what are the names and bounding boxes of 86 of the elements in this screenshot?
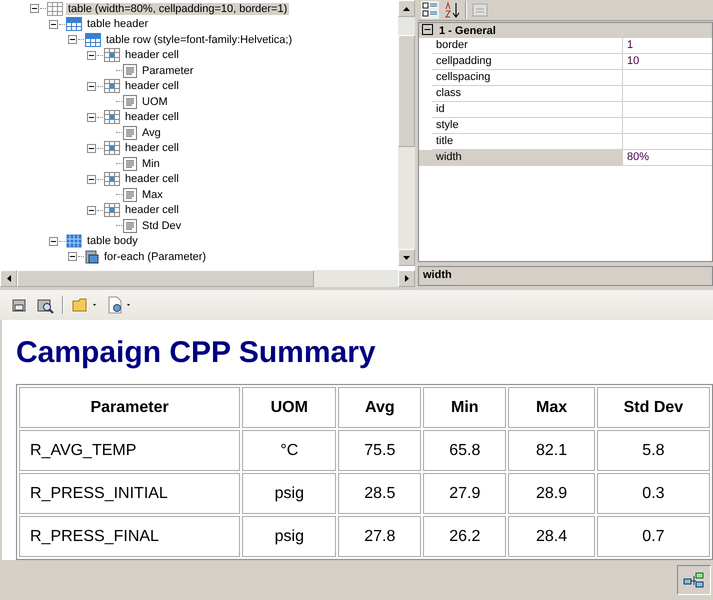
collapse-toggle[interactable] [87,112,97,122]
tree-item[interactable]: header cell [123,142,181,154]
text-lines-icon [123,218,137,233]
property-value: 10 [627,55,640,67]
property-value: 80% [627,151,650,163]
collapse-toggle[interactable] [422,24,433,38]
tree-item[interactable]: table (width=80%, cellpadding=10, border=1) [66,2,290,15]
tree-item[interactable]: UOM [140,96,170,108]
table-cell: 27.8 [338,516,422,557]
collapse-toggle[interactable] [87,206,97,215]
table-cell: psig [242,473,336,514]
column-header: Parameter [19,387,240,428]
property-row[interactable]: cellspacing [432,70,712,86]
property-row[interactable]: style [432,118,712,134]
tree-layout-icon[interactable] [677,565,711,595]
collapse-toggle[interactable] [68,252,78,262]
tree-item[interactable]: header cell [123,80,181,92]
table-cell: 82.1 [508,430,595,471]
collapse-toggle[interactable] [49,20,59,29]
tree-item[interactable]: for-each (Parameter) [102,250,208,263]
collapse-toggle[interactable] [87,174,97,184]
table-cell: 75.5 [338,430,422,471]
text-lines-icon [123,94,137,109]
down-arrow-icon[interactable] [403,256,410,260]
table-cell: R_PRESS_FINAL [19,516,240,557]
tree-item[interactable]: Std Dev [140,220,184,232]
up-arrow-icon[interactable] [403,6,410,10]
text-lines-icon [123,188,137,202]
tree-item[interactable]: table row (style=font-family:Helvetica;) [104,34,294,46]
table-cell: 65.8 [423,430,506,471]
table-cell: R_AVG_TEMP [19,430,240,471]
collapse-toggle[interactable] [87,144,97,153]
column-header: UOM [242,387,336,428]
category-title: 1 - General [439,24,496,36]
grid-icon [66,234,82,248]
table-cell: 28.4 [508,516,595,557]
property-row[interactable]: id [432,102,712,118]
table-cell: 28.5 [338,473,422,514]
collapse-toggle[interactable] [87,50,97,60]
tree-item[interactable]: header cell [123,111,181,124]
table-cell: psig [242,516,336,557]
left-arrow-icon[interactable] [6,275,10,282]
vertical-scrollbar[interactable] [398,0,415,266]
right-arrow-icon[interactable] [404,275,408,282]
table-cell: 27.9 [423,473,506,514]
collapse-toggle[interactable] [68,35,78,44]
collapse-toggle[interactable] [87,82,97,91]
tree-item[interactable]: Parameter [140,64,196,77]
column-header: Std Dev [596,387,710,428]
property-description: width [423,269,452,281]
text-lines-icon [123,156,137,171]
tree-item[interactable]: header cell [123,173,181,186]
tree-item[interactable]: Min [140,158,162,170]
tree-item[interactable]: table body [85,235,140,248]
tree-item[interactable]: header cell [123,49,181,62]
table-cell: R_PRESS_INITIAL [19,473,240,514]
column-header: Max [508,387,595,428]
collapse-toggle[interactable] [49,236,59,246]
collapse-toggle[interactable] [30,4,40,14]
table-cell: 5.8 [596,430,710,471]
tree-item[interactable]: table header [85,18,150,30]
column-header: Min [423,387,506,428]
table-cell: 26.2 [423,516,506,557]
stack-icon [85,250,99,264]
grid-icon [66,17,82,32]
property-row[interactable]: cellpadding 10 [432,54,712,70]
table-cell: 28.9 [508,473,595,514]
property-value: 1 [627,39,634,51]
tree-item[interactable]: Avg [140,126,163,139]
text-lines-icon [123,126,137,140]
grid-icon [85,32,101,47]
column-header: Avg [338,387,422,428]
property-row[interactable]: width 80% [419,150,712,166]
property-row[interactable]: border 1 [432,38,712,54]
tree-item[interactable]: header cell [123,204,181,216]
report-heading: Campaign CPP Summary [16,336,377,370]
table-cell: 0.3 [596,473,710,514]
sort-icon[interactable] [443,1,461,19]
categorized-view-icon[interactable] [421,1,439,19]
tree-item[interactable]: Max [140,188,165,201]
table-cell: 0.7 [596,516,710,557]
folder-icon[interactable] [72,296,98,314]
property-row[interactable]: class [432,86,712,102]
table-cell: °C [242,430,336,471]
horizontal-scrollbar[interactable] [0,270,415,287]
text-lines-icon [123,64,137,78]
